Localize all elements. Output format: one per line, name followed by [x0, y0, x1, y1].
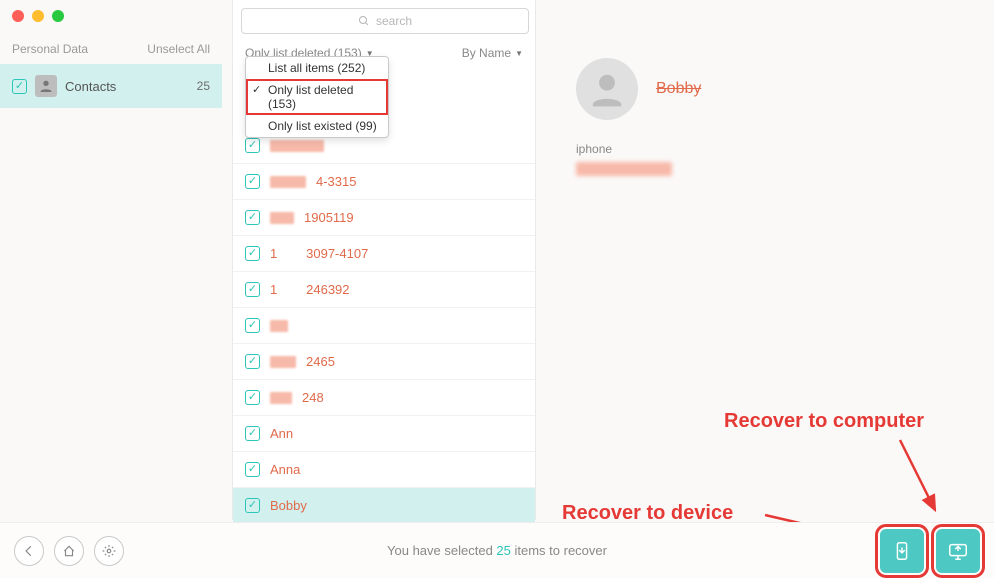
list-item[interactable]: ✓ Anna: [233, 452, 535, 488]
search-placeholder: search: [376, 14, 412, 28]
contact-label: Bobby: [270, 498, 307, 513]
dropdown-item-deleted[interactable]: Only list deleted (153): [246, 79, 388, 115]
redacted-text: [270, 176, 306, 188]
sort-label: By Name: [462, 46, 511, 60]
contact-label: Anna: [270, 462, 300, 477]
sidebar-item-contacts[interactable]: ✓ Contacts 25: [0, 64, 222, 108]
list-item[interactable]: ✓: [233, 308, 535, 344]
contact-detail-panel: Bobby iphone: [558, 40, 968, 194]
contact-label: 1 246392: [270, 282, 350, 297]
back-button[interactable]: [14, 536, 44, 566]
arrow-icon: [890, 430, 950, 520]
sort-dropdown-trigger[interactable]: By Name ▼: [462, 46, 523, 60]
contacts-icon: [35, 75, 57, 97]
checkbox-icon[interactable]: ✓: [245, 390, 260, 405]
checkbox-icon[interactable]: ✓: [245, 210, 260, 225]
phone-type-label: iphone: [576, 142, 950, 156]
list-item[interactable]: ✓ 2465: [233, 344, 535, 380]
list-item[interactable]: ✓ Bobby: [233, 488, 535, 524]
home-button[interactable]: [54, 536, 84, 566]
redacted-text: [270, 356, 296, 368]
contact-label: 248: [302, 390, 324, 405]
list-item[interactable]: ✓ 1 3097-4107: [233, 236, 535, 272]
checkbox-icon[interactable]: ✓: [245, 246, 260, 261]
checkbox-icon[interactable]: ✓: [245, 282, 260, 297]
list-item[interactable]: ✓ 1 246392: [233, 272, 535, 308]
footer-bar: You have selected 25 items to recover: [0, 522, 994, 578]
gear-icon: [102, 544, 116, 558]
sidebar-item-count: 25: [197, 79, 210, 93]
search-input[interactable]: search: [241, 8, 529, 34]
checkbox-icon[interactable]: ✓: [245, 426, 260, 441]
checkbox-icon[interactable]: ✓: [245, 498, 260, 513]
contact-label: 2465: [306, 354, 335, 369]
recover-to-computer-button[interactable]: [936, 529, 980, 573]
contact-label: 4-3315: [316, 174, 356, 189]
selection-status: You have selected 25 items to recover: [387, 543, 607, 558]
redacted-text: [270, 212, 294, 224]
list-item[interactable]: ✓ 248: [233, 380, 535, 416]
search-icon: [358, 15, 370, 27]
maximize-dot[interactable]: [52, 10, 64, 22]
redacted-text: [270, 140, 324, 152]
filter-dropdown-menu: List all items (252) Only list deleted (…: [245, 56, 389, 138]
settings-button[interactable]: [94, 536, 124, 566]
redacted-text: [270, 320, 288, 332]
checkbox-icon[interactable]: ✓: [245, 318, 260, 333]
checkbox-icon[interactable]: ✓: [245, 138, 260, 153]
contact-list-panel: search Only list deleted (153) ▼ By Name…: [232, 0, 536, 520]
sidebar-section-label: Personal Data: [12, 42, 88, 56]
checkbox-icon[interactable]: ✓: [12, 79, 27, 94]
redacted-text: [270, 392, 292, 404]
checkbox-icon[interactable]: ✓: [245, 174, 260, 189]
annotation-recover-computer: Recover to computer: [724, 410, 924, 433]
window-controls: [12, 10, 64, 22]
minimize-dot[interactable]: [32, 10, 44, 22]
sidebar-item-label: Contacts: [65, 79, 197, 94]
sidebar: Personal Data Unselect All ✓ Contacts 25: [0, 32, 222, 108]
recover-to-device-button[interactable]: [880, 529, 924, 573]
close-dot[interactable]: [12, 10, 24, 22]
avatar: [576, 58, 638, 120]
list-item[interactable]: ✓ 1905119: [233, 200, 535, 236]
contact-list: ✓ ✓ 4-3315 ✓ 1905119 ✓ 1 3097-4107 ✓ 1 246392 ✓ ✓ 2…: [233, 128, 535, 560]
checkbox-icon[interactable]: ✓: [245, 462, 260, 477]
chevron-down-icon: ▼: [515, 49, 523, 58]
unselect-all-button[interactable]: Unselect All: [147, 42, 210, 56]
contact-label: 1 3097-4107: [270, 246, 368, 261]
contact-label: 1905119: [304, 210, 354, 225]
dropdown-item-all[interactable]: List all items (252): [246, 57, 388, 79]
phone-number-redacted: [576, 162, 672, 176]
list-item[interactable]: ✓ 4-3315: [233, 164, 535, 200]
list-item[interactable]: ✓ Ann: [233, 416, 535, 452]
contact-label: Ann: [270, 426, 293, 441]
dropdown-item-existed[interactable]: Only list existed (99): [246, 115, 388, 137]
checkbox-icon[interactable]: ✓: [245, 354, 260, 369]
contact-name: Bobby: [656, 80, 701, 98]
